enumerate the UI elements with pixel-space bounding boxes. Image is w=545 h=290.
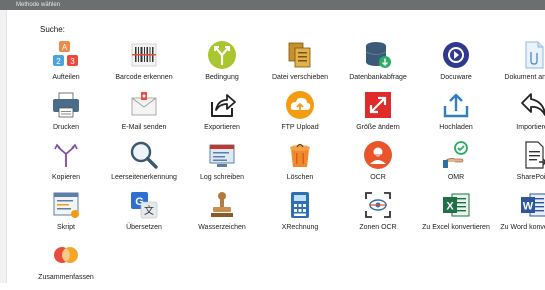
merge-icon [54,247,78,263]
method-label: E-Mail senden [121,124,167,131]
method-leerseitenerkennung[interactable]: Leerseitenerkennung [108,140,180,190]
split-blocks-icon: A 2 3 [53,41,78,66]
log-icon [209,144,235,167]
stamp-icon [211,192,233,217]
copy-fork-icon [54,143,78,167]
method-grid: A 2 3 Aufteilen Barcode erkennen Bedingu… [30,40,545,283]
method-label: Datei verschieben [271,74,329,81]
method-label: Löschen [286,174,314,181]
method-label: Zonen OCR [359,224,397,231]
omr-icon [443,141,468,168]
window-title: Methode wählen [16,2,61,8]
method-bedingung[interactable]: Bedingung [186,40,258,90]
method-zu-excel-konvertieren[interactable]: X Zu Excel konvertieren [420,190,492,240]
method-barcode-erkennen[interactable]: Barcode erkennen [108,40,180,90]
method-drucken[interactable]: Drucken [30,90,102,140]
zone-ocr-icon [365,192,391,218]
method-label: Aufteilen [52,74,80,81]
docuware-icon [443,42,469,68]
search-label: Suche: [40,25,65,34]
left-edge [0,10,7,283]
method-dialog: Methode wählen Suche: A 2 3 Aufteilen Ba… [0,0,545,283]
svg-text:文: 文 [144,204,154,217]
email-icon [131,92,157,116]
method-email-senden[interactable]: E-Mail senden [108,90,180,140]
upload-icon [443,93,469,118]
export-icon [211,94,236,117]
method-exportieren[interactable]: Exportieren [186,90,258,140]
method-label: Kopieren [51,174,81,181]
method-label: Datenbankabfrage [349,74,407,81]
printer-icon [53,92,79,118]
method-label: Übersetzen [126,224,162,231]
method-label: Größe ändern [356,124,400,131]
barcode-icon [131,43,157,67]
method-label: OCR [370,174,386,181]
method-uebersetzen[interactable]: G 文 Übersetzen [108,190,180,240]
method-label: Docuware [440,74,472,81]
svg-text:3: 3 [70,57,75,66]
svg-text:2: 2 [56,57,61,66]
cloud-upload-icon [286,91,314,119]
trash-icon [290,143,310,167]
sharepoint-icon [525,141,545,169]
method-label: Skript [57,224,75,231]
method-label: Zu Word konvertieren [500,224,545,231]
method-zonen-ocr[interactable]: Zonen OCR [342,190,414,240]
method-wasserzeichen[interactable]: Wasserzeichen [186,190,258,240]
method-label: Barcode erkennen [115,74,173,81]
move-file-icon [288,42,311,68]
method-label: Zu Excel konvertieren [422,224,490,231]
method-zu-word-konvertieren[interactable]: W Zu Word konvertieren [498,190,545,240]
method-label: Bedingung [205,74,239,81]
svg-text:W: W [523,201,534,213]
method-dokument-anfuegen[interactable]: Dokument anfügen [498,40,545,90]
method-kopieren[interactable]: Kopieren [30,140,102,190]
method-ocr[interactable]: OCR [342,140,414,190]
ocr-icon [364,141,392,169]
import-icon [521,93,545,116]
method-label: Dokument anfügen [504,74,545,81]
method-label: Zusammenfassen [38,274,94,281]
method-label: SharePoint [516,174,545,181]
method-aufteilen[interactable]: A 2 3 Aufteilen [30,40,102,90]
resize-icon [365,92,391,118]
attach-document-icon [525,41,544,69]
method-datei-verschieben[interactable]: Datei verschieben [264,40,336,90]
method-xrechnung[interactable]: XRechnung [264,190,336,240]
method-sharepoint[interactable]: SharePoint [498,140,545,190]
method-docuware[interactable]: Docuware [420,40,492,90]
method-omr[interactable]: OMR [420,140,492,190]
method-log-schreiben[interactable]: Log schreiben [186,140,258,190]
method-label: Leerseitenerkennung [111,174,177,181]
svg-text:A: A [62,43,68,52]
method-ftp-upload[interactable]: FTP Upload [264,90,336,140]
method-skript[interactable]: Skript [30,190,102,240]
calculator-icon [291,192,309,218]
method-groesse-aendern[interactable]: Größe ändern [342,90,414,140]
method-label: Wasserzeichen [198,224,246,231]
excel-icon: X [443,193,470,217]
svg-text:X: X [446,201,454,213]
method-label: FTP Upload [281,124,319,131]
method-label: Exportieren [204,124,240,131]
word-icon: W [521,193,545,217]
method-label: Hochladen [439,124,473,131]
branch-icon [208,41,236,69]
database-icon [365,42,391,68]
method-datenbankabfrage[interactable]: Datenbankabfrage [342,40,414,90]
method-label: Log schreiben [200,174,244,181]
method-label: Importieren [516,124,545,131]
magnifier-icon [130,141,158,169]
title-bar: Methode wählen [0,0,545,10]
method-label: XRechnung [281,224,319,231]
method-loeschen[interactable]: Löschen [264,140,336,190]
method-label: OMR [447,174,465,181]
script-icon [53,192,79,218]
method-hochladen[interactable]: Hochladen [420,90,492,140]
translate-icon: G 文 [131,192,158,219]
method-importieren[interactable]: Importieren [498,90,545,140]
method-label: Drucken [52,124,80,131]
